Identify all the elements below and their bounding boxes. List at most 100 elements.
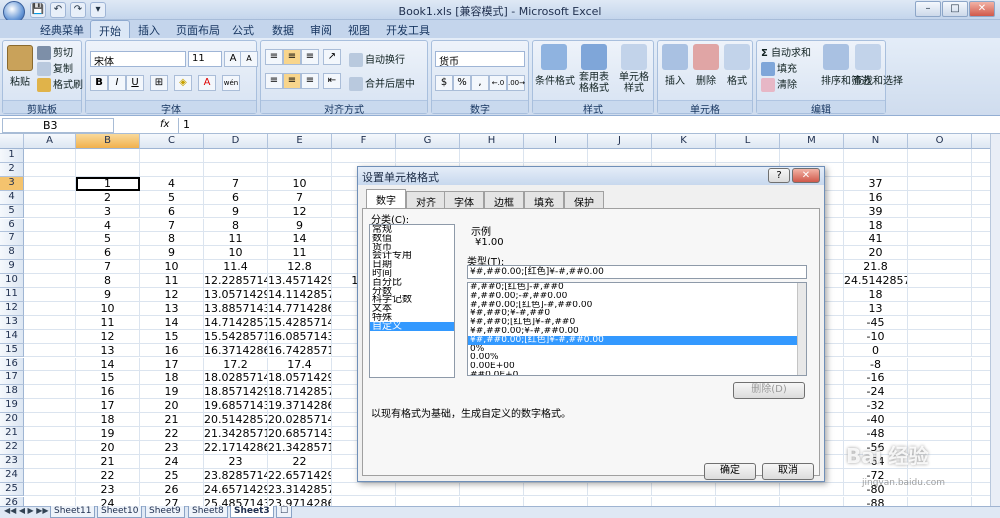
category-item[interactable]: 数值 [370, 234, 454, 243]
cell[interactable]: 13.4571429 [268, 274, 332, 288]
row-header[interactable]: 20 [0, 413, 24, 427]
cell[interactable]: 22.6571429 [268, 468, 332, 483]
cell[interactable] [908, 260, 972, 275]
row-header[interactable]: 7 [0, 232, 24, 247]
fill-color-button[interactable]: ◈ [174, 75, 192, 91]
cell[interactable] [24, 149, 76, 163]
cell[interactable]: 18 [76, 413, 140, 427]
cell[interactable] [652, 149, 716, 163]
format-item[interactable]: #,##0;[红色]-#,##0 [468, 283, 806, 292]
cell[interactable] [24, 343, 76, 358]
row-header[interactable]: 16 [0, 357, 24, 372]
row-header[interactable]: 4 [0, 190, 24, 205]
cell[interactable] [908, 413, 972, 427]
cell[interactable] [972, 205, 990, 219]
cell[interactable]: 8 [140, 232, 204, 247]
cell[interactable] [908, 274, 972, 288]
cell[interactable]: 23 [76, 482, 140, 497]
row-header[interactable]: 3 [0, 176, 24, 191]
dialog-close-button[interactable]: ✕ [792, 168, 820, 183]
tab-home[interactable]: 开始 [90, 20, 130, 38]
cell[interactable] [268, 162, 332, 177]
column-header-K[interactable]: K [652, 134, 716, 149]
name-box[interactable]: B3 [2, 118, 114, 133]
cell[interactable] [972, 497, 990, 507]
align-center-icon[interactable]: ≡ [283, 73, 301, 89]
tab-view[interactable]: 视图 [340, 20, 378, 38]
cell[interactable] [908, 496, 972, 506]
cell[interactable] [972, 219, 990, 233]
cell[interactable]: 37 [844, 176, 908, 191]
cell[interactable] [844, 162, 908, 177]
cell[interactable]: 39 [844, 204, 908, 219]
cell[interactable]: -48 [844, 427, 908, 441]
currency-format-button[interactable]: $ [435, 75, 453, 91]
tab-classic-menu[interactable]: 经典菜单 [32, 20, 92, 38]
cell[interactable] [140, 162, 204, 177]
cell[interactable] [24, 371, 76, 386]
cell[interactable]: 26 [140, 482, 204, 497]
cell[interactable]: 13 [140, 301, 204, 316]
cell[interactable] [972, 246, 990, 261]
cell[interactable]: 17 [76, 399, 140, 414]
category-item[interactable]: 科学记数 [370, 295, 454, 304]
cell[interactable]: 18 [844, 218, 908, 233]
percent-format-button[interactable]: % [453, 75, 471, 91]
cell[interactable] [908, 190, 972, 205]
cell[interactable] [716, 149, 780, 163]
format-item[interactable]: ##0.0E+0 [468, 371, 806, 375]
cell[interactable]: 19 [76, 427, 140, 441]
cell[interactable] [908, 232, 972, 247]
underline-button[interactable]: U [126, 75, 144, 91]
cell[interactable]: 7 [204, 176, 268, 191]
column-header-F[interactable]: F [332, 134, 396, 149]
category-item[interactable]: 时间 [370, 269, 454, 278]
format-item[interactable]: 0% [468, 345, 806, 354]
cell[interactable]: 16.0857143 [268, 329, 332, 344]
cell[interactable] [24, 232, 76, 247]
category-item[interactable]: 特殊 [370, 313, 454, 322]
cell[interactable] [972, 163, 990, 177]
cell[interactable]: 17.4 [268, 357, 332, 372]
italic-button[interactable]: I [108, 75, 126, 91]
column-header-M[interactable]: M [780, 134, 844, 149]
merge-center-button[interactable]: 合并后居中 [349, 75, 415, 91]
font-name-box[interactable]: 宋体 [90, 51, 186, 68]
cell[interactable]: 12 [140, 288, 204, 302]
cell[interactable] [908, 162, 972, 177]
cell[interactable]: 6 [140, 204, 204, 219]
cell[interactable] [716, 496, 780, 506]
cell[interactable]: 41 [844, 232, 908, 247]
cell[interactable] [908, 246, 972, 261]
cell[interactable] [908, 329, 972, 344]
tab-developer[interactable]: 开发工具 [378, 20, 438, 38]
cell[interactable] [780, 149, 844, 163]
cell[interactable]: 16 [844, 190, 908, 205]
cell[interactable]: 24 [76, 496, 140, 506]
cell[interactable] [24, 329, 76, 344]
column-header-A[interactable]: A [24, 134, 76, 149]
cell[interactable] [908, 149, 972, 163]
cell[interactable] [972, 260, 990, 275]
format-item[interactable]: #,##0.00;-#,##0.00 [468, 292, 806, 301]
close-button[interactable]: ✕ [969, 1, 995, 17]
cell[interactable]: -16 [844, 371, 908, 386]
cell[interactable] [972, 385, 990, 400]
find-select-button[interactable]: 查找和选择 [853, 44, 903, 87]
cell[interactable]: 21.8 [844, 260, 908, 275]
sheet-tab[interactable]: Sheet10 [97, 506, 143, 518]
cell[interactable] [396, 482, 460, 497]
cell[interactable]: 19 [140, 385, 204, 400]
cell[interactable]: 14.7142857 [204, 315, 268, 330]
cell[interactable]: 14 [268, 232, 332, 247]
cell[interactable] [972, 191, 990, 205]
cell[interactable]: 16 [76, 385, 140, 400]
cell[interactable]: 5 [140, 190, 204, 205]
cell[interactable] [908, 343, 972, 358]
cell[interactable] [588, 149, 652, 163]
cell[interactable]: -24 [844, 385, 908, 400]
column-header-O[interactable]: O [908, 134, 972, 149]
cell[interactable]: 12 [268, 204, 332, 219]
cell[interactable] [588, 482, 652, 497]
cell[interactable]: 4 [76, 218, 140, 233]
